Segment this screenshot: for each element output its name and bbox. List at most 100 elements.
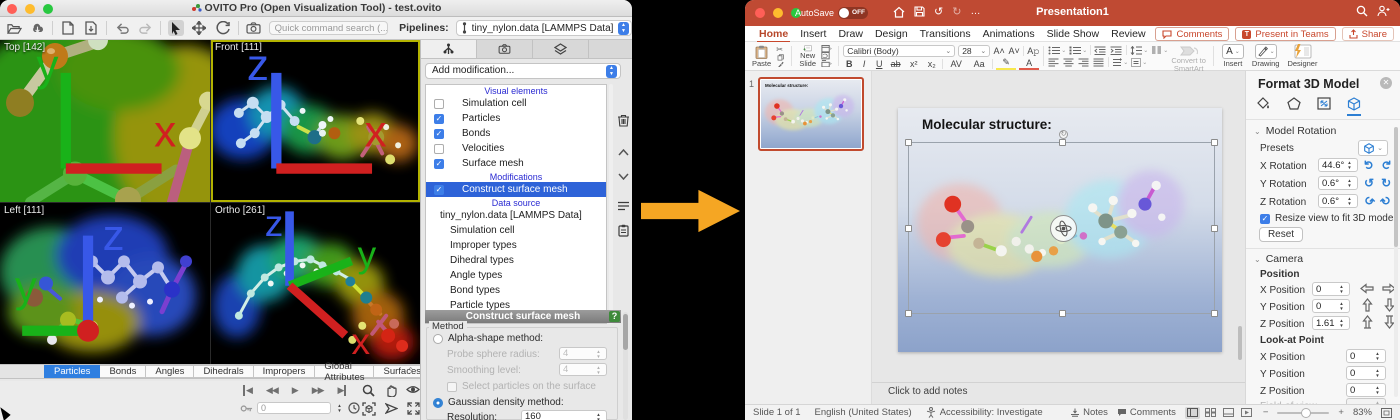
pipeline-item-particles[interactable]: ✓Particles: [426, 111, 606, 126]
stepper[interactable]: [1345, 196, 1354, 206]
decrease-font-icon[interactable]: A˅: [1008, 46, 1020, 56]
resize-to-fit-checkbox[interactable]: ✓ Resize view to fit 3D model: [1260, 213, 1396, 224]
redo-icon[interactable]: [137, 20, 153, 36]
camera-z-input[interactable]: 1.61: [1312, 316, 1350, 330]
pipeline-item-velocities[interactable]: Velocities: [426, 141, 606, 156]
comments-button[interactable]: Comments: [1155, 27, 1229, 41]
stepper[interactable]: [1337, 318, 1346, 328]
clear-formatting-icon[interactable]: A𝚙: [1027, 46, 1039, 57]
tab-home[interactable]: Home: [759, 28, 788, 40]
font-color-button[interactable]: A: [1019, 58, 1039, 70]
rotate-handle[interactable]: ↻: [1059, 130, 1068, 139]
italic-button[interactable]: I: [858, 59, 870, 69]
lookat-x-input[interactable]: 0: [1346, 349, 1386, 363]
language-status[interactable]: English (United States): [815, 407, 912, 418]
change-case-button[interactable]: Aa: [969, 59, 989, 69]
lookat-y-input[interactable]: 0: [1346, 366, 1386, 380]
pipeline-item-data-file[interactable]: tiny_nylon.data [LAMMPS Data]: [426, 208, 606, 223]
skip-to-start-icon[interactable]: ◀: [243, 385, 252, 396]
camera-y-input[interactable]: 0: [1312, 299, 1350, 313]
reset-slide-icon[interactable]: [821, 52, 830, 59]
slide-canvas[interactable]: Molecular structure: ↻: [898, 108, 1222, 352]
3d-rotate-gizmo[interactable]: [1050, 215, 1077, 242]
undo-icon[interactable]: [114, 20, 130, 36]
viewport-left[interactable]: Left [111] zy: [0, 203, 210, 364]
data-child-simulation-cell[interactable]: Simulation cell: [426, 223, 606, 238]
radio-icon[interactable]: [433, 334, 443, 344]
editor-scrollbar[interactable]: [623, 312, 628, 420]
orbit-mode-button[interactable]: [215, 20, 231, 36]
align-center-button[interactable]: [1063, 58, 1075, 67]
tab-design[interactable]: Design: [875, 28, 908, 40]
subscript-button[interactable]: x₂: [924, 59, 939, 69]
slide-title-text[interactable]: Molecular structure:: [922, 117, 1052, 132]
smoothing-level-input[interactable]: 4: [559, 363, 607, 376]
normal-view-button[interactable]: [1185, 407, 1200, 419]
stepper[interactable]: [1345, 178, 1354, 188]
stepper[interactable]: [594, 365, 603, 375]
probe-sphere-radius-input[interactable]: 4: [559, 347, 607, 360]
close-panel-icon[interactable]: ✕: [1380, 77, 1392, 89]
superscript-button[interactable]: x²: [906, 59, 921, 69]
insert-button[interactable]: A⌄ Insert: [1218, 44, 1248, 68]
pipeline-select-stepper[interactable]: [618, 22, 629, 35]
checkbox[interactable]: [434, 144, 444, 154]
panel-scrollbar[interactable]: [1394, 127, 1398, 397]
pipeline-item-simulation-cell[interactable]: Simulation cell: [426, 96, 606, 111]
fit-slide-icon[interactable]: [1381, 408, 1392, 418]
bold-button[interactable]: B: [843, 59, 855, 69]
presets-button[interactable]: [1358, 140, 1388, 156]
tab-overlays[interactable]: [533, 40, 589, 58]
tab-particles[interactable]: Particles: [44, 365, 100, 378]
copy-pipeline-button[interactable]: [618, 218, 629, 242]
bullets-button[interactable]: [1048, 46, 1066, 55]
zoom-slider-knob[interactable]: [1301, 408, 1311, 418]
tab-global-attributes[interactable]: Global Attributes: [315, 365, 374, 378]
reset-button[interactable]: Reset: [1259, 227, 1303, 242]
section-model-rotation[interactable]: Model Rotation: [1254, 125, 1336, 137]
zoom-out-icon[interactable]: −: [1263, 407, 1269, 418]
move-modifier-down-button[interactable]: [618, 164, 629, 188]
checkbox[interactable]: ✓: [434, 129, 444, 139]
tab-impropers[interactable]: Impropers: [254, 365, 316, 378]
stepper[interactable]: [594, 412, 603, 420]
tab-fill-line[interactable]: [1256, 97, 1271, 116]
share-button[interactable]: Share: [1342, 27, 1394, 41]
tab-slide-show[interactable]: Slide Show: [1047, 28, 1100, 40]
accessibility-status[interactable]: Accessibility: Investigate: [926, 407, 1043, 418]
y-rotation-input[interactable]: 0.6°: [1318, 176, 1358, 190]
tab-pipeline[interactable]: [421, 40, 477, 58]
stepper[interactable]: [594, 349, 603, 359]
data-child-dihedral-types[interactable]: Dihedral types: [426, 253, 606, 268]
pipeline-item-bonds[interactable]: ✓Bonds: [426, 126, 606, 141]
rotate-z-ccw-icon[interactable]: ↺: [1361, 192, 1378, 209]
resize-handle-n[interactable]: [1059, 139, 1066, 146]
notes-placeholder[interactable]: Click to add notes: [888, 386, 968, 397]
data-child-improper-types[interactable]: Improper types: [426, 238, 606, 253]
z-rotation-input[interactable]: 0.6°: [1318, 194, 1358, 208]
rotate-y-right-icon[interactable]: ↻: [1381, 176, 1391, 190]
line-spacing-button[interactable]: [1130, 46, 1148, 55]
rotate-cone-icon[interactable]: [385, 402, 398, 415]
select-mode-button[interactable]: [168, 20, 184, 36]
columns-button[interactable]: [1151, 46, 1168, 55]
comments-toggle[interactable]: Comments: [1117, 407, 1176, 418]
clock-icon[interactable]: [348, 402, 360, 414]
viewport-top[interactable]: Top [142] yx: [0, 40, 210, 202]
drawing-button[interactable]: ⌄ Drawing: [1248, 44, 1284, 68]
delete-modifier-button[interactable]: [617, 108, 630, 132]
font-name-select[interactable]: Calibri (Body): [843, 45, 955, 57]
checkbox[interactable]: [447, 382, 457, 392]
resize-handle-s[interactable]: [1059, 310, 1066, 317]
convert-to-smartart-button[interactable]: Convert to SmartArt: [1168, 44, 1209, 68]
stepper[interactable]: [1373, 351, 1382, 361]
stepper[interactable]: [1345, 160, 1354, 170]
paste-button[interactable]: Paste: [749, 44, 774, 68]
designer-button[interactable]: Designer: [1283, 44, 1321, 68]
tab-size-properties[interactable]: [1317, 97, 1331, 116]
tab-draw[interactable]: Draw: [838, 28, 863, 40]
align-right-button[interactable]: [1078, 58, 1090, 67]
play-icon[interactable]: ▶: [292, 385, 298, 396]
slideshow-view-button[interactable]: [1239, 407, 1254, 419]
select-particles-checkbox-row[interactable]: Select particles on the surface: [447, 381, 596, 392]
